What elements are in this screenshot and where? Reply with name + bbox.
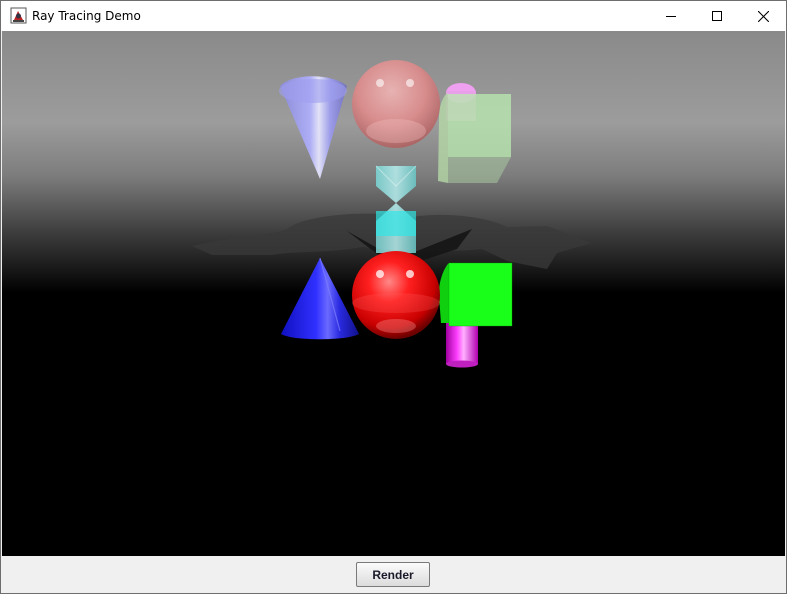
button-panel: Render: [1, 556, 786, 593]
ray-traced-scene: [2, 31, 785, 556]
title-bar[interactable]: Ray Tracing Demo: [1, 1, 786, 31]
close-button[interactable]: [740, 1, 786, 31]
window-title: Ray Tracing Demo: [32, 9, 141, 23]
maximize-icon: [712, 11, 722, 21]
java-app-icon: [10, 7, 27, 24]
minimize-icon: [666, 16, 676, 17]
maximize-button[interactable]: [694, 1, 740, 31]
app-window: Ray Tracing Demo Render: [0, 0, 787, 594]
minimize-button[interactable]: [648, 1, 694, 31]
render-canvas[interactable]: [2, 31, 785, 556]
close-icon: [757, 10, 769, 22]
render-button[interactable]: Render: [356, 562, 430, 587]
